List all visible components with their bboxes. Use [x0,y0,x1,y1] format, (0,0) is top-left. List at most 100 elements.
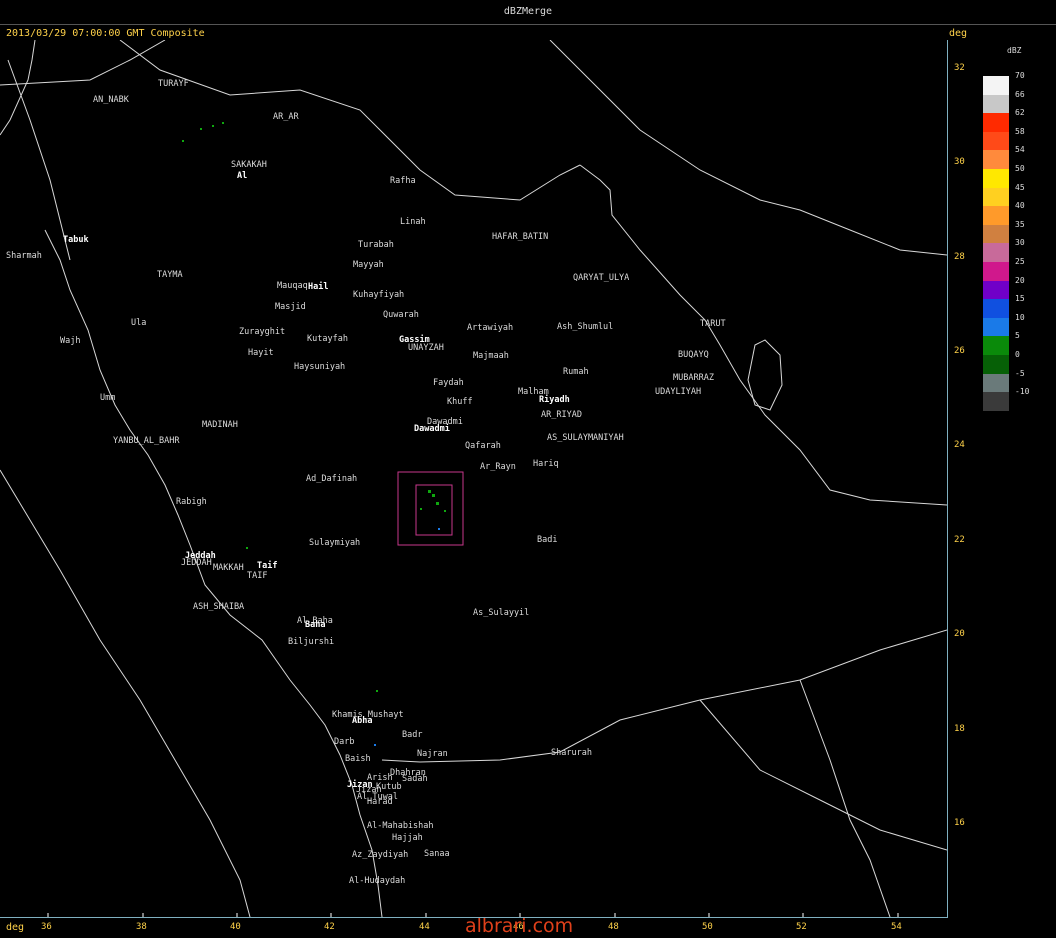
x-tick-label: 48 [608,922,619,932]
legend-label: 15 [1015,294,1025,304]
city-label: MUBARRAZ [673,373,714,383]
city-label: JEDDAH [181,558,212,568]
x-tick-label: 42 [324,922,335,932]
legend-swatch: -5 [983,369,1025,393]
city-label: Sulaymiyah [309,538,361,548]
y-tick-label: 20 [954,629,965,639]
african-red-sea-coast [0,469,251,917]
legend-label: 30 [1015,238,1025,248]
jordan-border [0,40,166,86]
legend-swatch: 45 [983,183,1025,207]
city-label: Baha [305,620,326,630]
window-title: dBZMerge [0,0,1056,25]
city-label: TAIF [247,571,268,581]
legend-swatch: 58 [983,127,1025,151]
legend-swatch: 35 [983,220,1025,244]
legend-label: -10 [1015,387,1030,397]
legend-swatch: -10 [983,387,1029,411]
yemen-oman-border [699,699,947,851]
city-label: Biljurshi [288,637,335,647]
city-label: Al-Hudaydah [349,876,406,886]
legend-label: 40 [1015,201,1025,211]
city-label: HAFAR_BATIN [492,232,549,242]
x-tick-label: 40 [230,922,241,932]
x-tick-label: 50 [702,922,713,932]
city-label: Masjid [275,302,306,312]
city-label: Artawiyah [467,323,514,333]
city-label: Az_Zaydiyah [352,850,409,860]
city-label: YANBU_AL_BAHR [113,436,180,446]
legend-swatch: 25 [983,257,1025,281]
x-tick-label: 44 [419,922,430,932]
city-label: AN_NABK [93,95,129,105]
legend-swatch: 66 [983,90,1025,114]
city-label: Tabuk [63,235,89,245]
city-label: Kutayfah [307,334,348,344]
legend-label: 25 [1015,256,1025,266]
city-label: Linah [400,217,426,227]
legend-swatch: 15 [983,294,1025,318]
city-label: Hariq [533,459,559,469]
city-label: AS_SULAYMANIYAH [547,433,624,443]
city-label: MADINAH [202,420,238,430]
city-label: Qafarah [465,441,501,451]
city-label: Hail [308,282,329,292]
deg-unit-bottom: deg [6,922,25,933]
city-label: Haysuniyah [294,362,346,372]
legend-swatch: 20 [983,276,1025,300]
legend-swatch: 5 [983,331,1020,355]
city-label: Mayyah [353,260,384,270]
city-label: Faydah [433,378,464,388]
city-label: AR_AR [273,112,299,122]
qatar [747,339,783,411]
city-label: Al [237,171,248,181]
city-label: Quwarah [383,310,419,320]
city-label: SAKAKAH [231,160,267,170]
legend-label: 62 [1015,108,1025,118]
city-label: UDAYLIYAH [655,387,702,397]
city-label: Taif [257,561,278,571]
city-label: Sadah [402,774,428,784]
dbz-color-legend: 70 66 62 58 54 50 45 40 35 30 25 20 15 10 5 0 -5 -10 [983,71,1029,411]
city-label: TARUT [700,319,726,329]
x-tick-label: 36 [41,922,52,932]
city-label: Ad_Dafinah [306,474,358,484]
city-label: UNAYZAH [408,343,444,353]
timestamp-subtitle: 2013/03/29 07:00:00 GMT Composite [6,28,205,39]
x-tick-label: 52 [796,922,807,932]
city-label: Al-Mahabishah [367,821,434,831]
gulf-north-shore [549,40,947,256]
city-label: Najran [417,749,448,759]
city-label: Baish [345,754,371,764]
legend-label: 66 [1015,89,1025,99]
city-label: Turabah [358,240,394,250]
city-label: TAYMA [157,270,183,280]
city-label: Ar_Rayn [480,462,516,472]
legend-label: 50 [1015,163,1025,173]
y-tick-label: 16 [954,818,965,828]
y-tick-label: 22 [954,535,965,545]
city-label: Sharurah [551,748,592,758]
city-label: Harad [367,797,393,807]
legend-swatch: 70 [983,71,1025,95]
legend-swatch: 0 [983,350,1020,374]
city-label: Badi [537,535,558,545]
city-label: Rafha [390,176,416,186]
legend-swatch: 54 [983,145,1025,169]
yemen-south-border [381,629,947,763]
city-label: TURAYF [158,79,189,89]
y-tick-label: 26 [954,346,965,356]
coastline-map [0,40,947,917]
kuwait-coast [579,164,947,506]
city-label: Sharmah [6,251,42,261]
city-label: QARYAT_ULYA [573,273,630,283]
x-tick-label: 38 [136,922,147,932]
city-label: Ula [131,318,147,328]
city-label: Badr [402,730,423,740]
city-label: Ash_Shumlul [557,322,614,332]
city-label: Abha [352,716,373,726]
city-label: Majmaah [473,351,509,361]
city-label: BUQAYQ [678,350,709,360]
city-label: Rumah [563,367,589,377]
y-tick-label: 32 [954,63,965,73]
